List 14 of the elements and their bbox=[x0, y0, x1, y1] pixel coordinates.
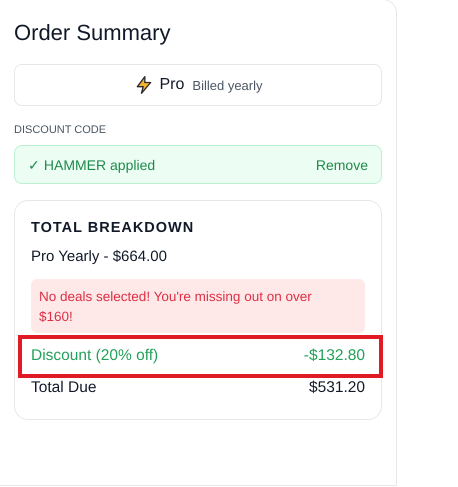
row-label: Discount (20% off) bbox=[31, 347, 158, 365]
breakdown-title: TOTAL BREAKDOWN bbox=[31, 220, 196, 236]
applied-code-text: ✓ HAMMER applied bbox=[28, 156, 156, 172]
line-item: Pro Yearly - $664.00 bbox=[31, 248, 168, 265]
lightning-icon bbox=[134, 75, 154, 95]
alert-message: No deals selected! You're missing out on over $160! bbox=[31, 279, 365, 333]
panel-title: Order Summary bbox=[14, 20, 172, 46]
billing-period: Billed yearly bbox=[192, 78, 262, 92]
plan-name: Pro bbox=[160, 76, 184, 94]
discount-label: DISCOUNT CODE bbox=[14, 124, 108, 136]
row-amount: $531.20 bbox=[308, 379, 365, 397]
row-label: Total Due bbox=[31, 379, 96, 397]
row-amount: -$132.80 bbox=[304, 347, 365, 365]
remove-link[interactable]: Remove bbox=[316, 156, 368, 172]
